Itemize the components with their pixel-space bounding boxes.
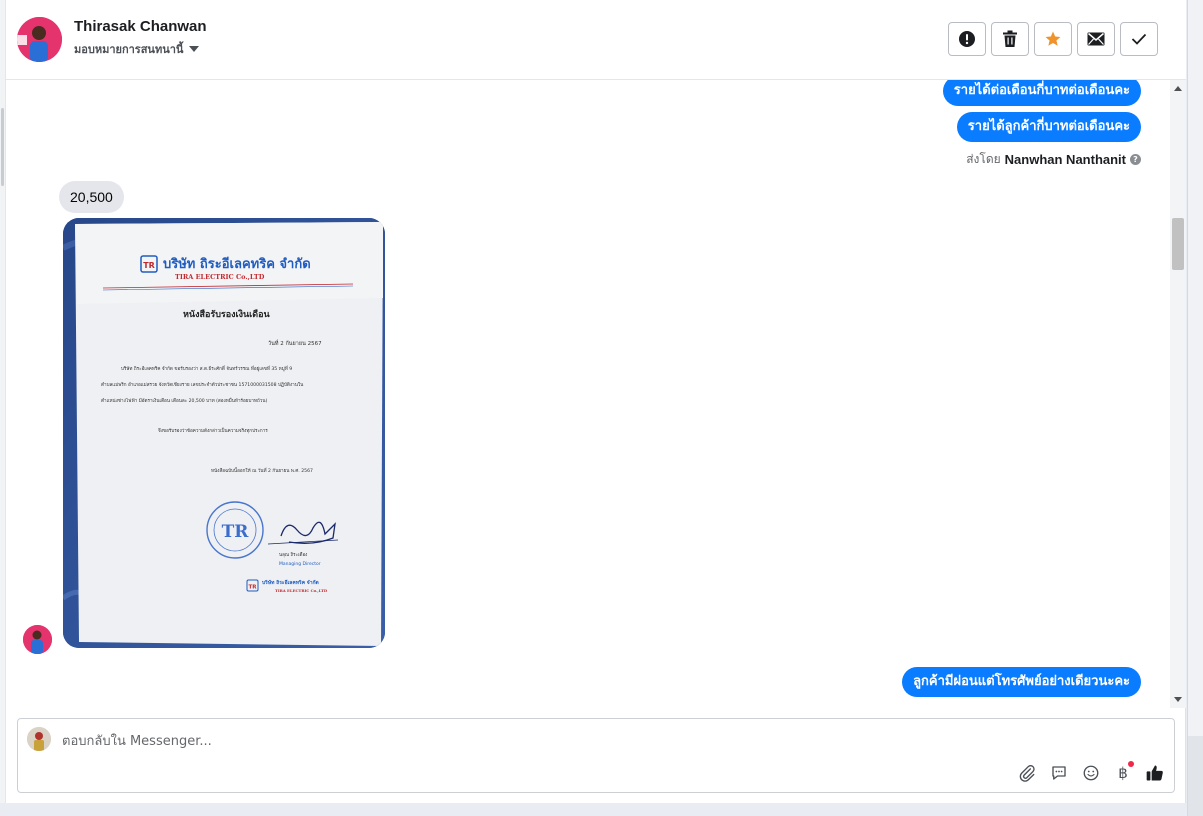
doc-signer-title: Managing Director: [279, 561, 321, 567]
scroll-up-icon[interactable]: [1174, 86, 1182, 91]
contact-name[interactable]: Thirasak Chanwan: [74, 18, 207, 35]
right-edge-panel: [1187, 0, 1203, 816]
saved-reply-icon: [1052, 766, 1066, 780]
left-edge-handle[interactable]: [1, 108, 4, 186]
panel-divider: [1187, 0, 1188, 816]
svg-text:TR: TR: [143, 261, 155, 270]
contact-avatar[interactable]: [17, 17, 62, 62]
doc-body-line-2: ตำบลแม่พริก อำเภอแม่สรวย จังหวัดเชียงราย…: [101, 381, 304, 388]
check-icon: [1131, 33, 1147, 45]
attach-button[interactable]: [1016, 761, 1038, 785]
mark-done-button[interactable]: [1120, 22, 1158, 56]
baht-icon: ฿: [1118, 764, 1128, 782]
reply-input[interactable]: [62, 730, 962, 752]
sent-by-prefix: ส่งโดย: [966, 152, 1001, 166]
composer-tools: ฿: [1016, 761, 1166, 785]
envelope-icon: [1087, 32, 1105, 46]
assign-conversation-dropdown[interactable]: มอบหมายการสนทนานี้: [74, 40, 200, 58]
seal-text: TR: [222, 522, 250, 542]
scroll-down-icon[interactable]: [1174, 697, 1182, 702]
emoji-button[interactable]: [1080, 761, 1102, 785]
panel-footer-block: [1188, 736, 1203, 816]
doc-footer-company-en: TIRA ELECTRIC Co.,LTD: [275, 588, 328, 593]
notification-dot: [1128, 761, 1134, 767]
thumbs-up-icon: [1146, 765, 1163, 781]
mark-unread-button[interactable]: [1077, 22, 1115, 56]
message-thread[interactable]: รายได้ต่อเดือนกี่บาทต่อเดือนคะ รายได้ลูก…: [6, 80, 1170, 708]
contact-avatar-small[interactable]: [23, 625, 52, 654]
star-button[interactable]: [1034, 22, 1072, 56]
doc-issue-line: หนังสือฉบับนี้ออกให้ ณ วันที่ 2 กันยายน …: [211, 467, 313, 474]
agent-avatar: [27, 727, 51, 751]
help-icon[interactable]: ?: [1130, 154, 1141, 165]
header-actions: [948, 22, 1158, 56]
doc-footer-company-th: บริษัท ถิระอีเลคทริค จำกัด: [262, 579, 319, 586]
inbox-window: Thirasak Chanwan มอบหมายการสนทนานี้ รายไ…: [0, 0, 1186, 803]
doc-company-en: TIRA ELECTRIC Co.,LTD: [175, 273, 265, 281]
emoji-icon: [1083, 765, 1099, 781]
delete-button[interactable]: [991, 22, 1029, 56]
saved-replies-button[interactable]: [1048, 761, 1070, 785]
scrollbar-thumb[interactable]: [1172, 218, 1184, 270]
caret-down-icon: [189, 46, 200, 52]
outgoing-message[interactable]: รายได้ต่อเดือนกี่บาทต่อเดือนคะ: [942, 80, 1141, 106]
attached-document-photo[interactable]: TR บริษัท ถิระอีเลคทริค จำกัด TIRA ELECT…: [63, 218, 385, 648]
alert-icon: [959, 31, 975, 47]
reply-composer: ฿: [17, 718, 1175, 793]
assign-label: มอบหมายการสนทนานี้: [74, 43, 184, 56]
doc-body-line-3: ตำแหน่งช่างไฟฟ้า มีอัตราเงินเดือน เดือนล…: [101, 397, 267, 404]
sent-by-name: Nanwhan Nanthanit: [1004, 152, 1126, 167]
doc-signer-name: นลุณ ถิระเดือง: [279, 551, 307, 558]
doc-title: หนังสือรับรองเงินเดือน: [183, 308, 271, 320]
send-like-button[interactable]: [1144, 761, 1166, 785]
doc-date: วันที่ 2 กันยายน 2567: [268, 339, 322, 347]
doc-company-th: บริษัท ถิระอีเลคทริค จำกัด: [163, 256, 311, 272]
trash-icon: [1003, 30, 1017, 47]
paperclip-icon: [1019, 765, 1035, 782]
outgoing-message[interactable]: ลูกค้ามีผ่อนแต่โทรศัพย์อย่างเดียวนะคะ: [902, 667, 1141, 697]
star-icon: [1045, 31, 1061, 46]
payment-button[interactable]: ฿: [1112, 761, 1134, 785]
svg-text:TR: TR: [249, 585, 258, 591]
mark-spam-button[interactable]: [948, 22, 986, 56]
outgoing-message[interactable]: รายได้ลูกค้ากี่บาทต่อเดือนคะ: [956, 112, 1141, 142]
sent-by-label: ส่งโดย Nanwhan Nanthanit ?: [966, 150, 1141, 169]
incoming-message[interactable]: 20,500: [59, 181, 124, 213]
thread-scrollbar[interactable]: [1170, 80, 1186, 708]
conversation-header: Thirasak Chanwan มอบหมายการสนทนานี้: [6, 0, 1186, 80]
